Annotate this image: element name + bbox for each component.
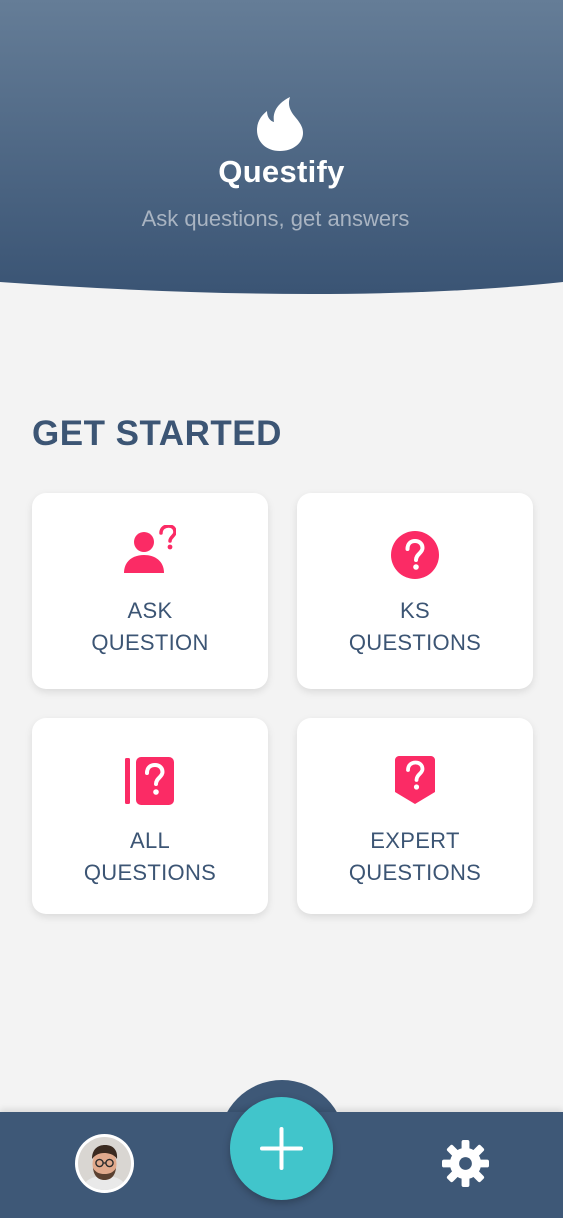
card-label-line2: QUESTIONS <box>348 860 482 885</box>
question-circle-icon <box>391 531 439 579</box>
card-label-line2: QUESTION <box>91 630 209 655</box>
app-subtitle: Ask questions, get answers <box>141 206 410 231</box>
gear-icon[interactable] <box>442 1140 489 1187</box>
card-label-line1: ALL <box>129 828 171 853</box>
all-questions-card[interactable]: ALL QUESTIONS <box>32 718 268 914</box>
card-label-line1: KS <box>400 598 430 623</box>
flame-icon <box>257 97 303 151</box>
expert-questions-card[interactable]: EXPERT QUESTIONS <box>297 718 533 914</box>
add-button[interactable] <box>230 1097 333 1200</box>
section-title: GET STARTED <box>32 414 282 453</box>
card-label-line2: QUESTIONS <box>348 630 482 655</box>
ks-questions-card[interactable]: KS QUESTIONS <box>297 493 533 689</box>
card-label-line2: QUESTIONS <box>83 860 217 885</box>
app-header: Questify Ask questions, get answers <box>0 0 563 300</box>
user-question-icon <box>124 525 176 573</box>
profile-avatar[interactable] <box>75 1134 134 1193</box>
add-icon <box>260 1127 303 1170</box>
card-label-line1: EXPERT <box>370 828 460 853</box>
question-badge-icon <box>395 756 435 804</box>
question-book-icon <box>125 757 174 805</box>
avatar-photo <box>78 1137 131 1190</box>
ask-question-card[interactable]: ASK QUESTION <box>32 493 268 689</box>
card-label-line1: ASK <box>127 598 173 623</box>
app-title: Questify <box>218 154 345 189</box>
